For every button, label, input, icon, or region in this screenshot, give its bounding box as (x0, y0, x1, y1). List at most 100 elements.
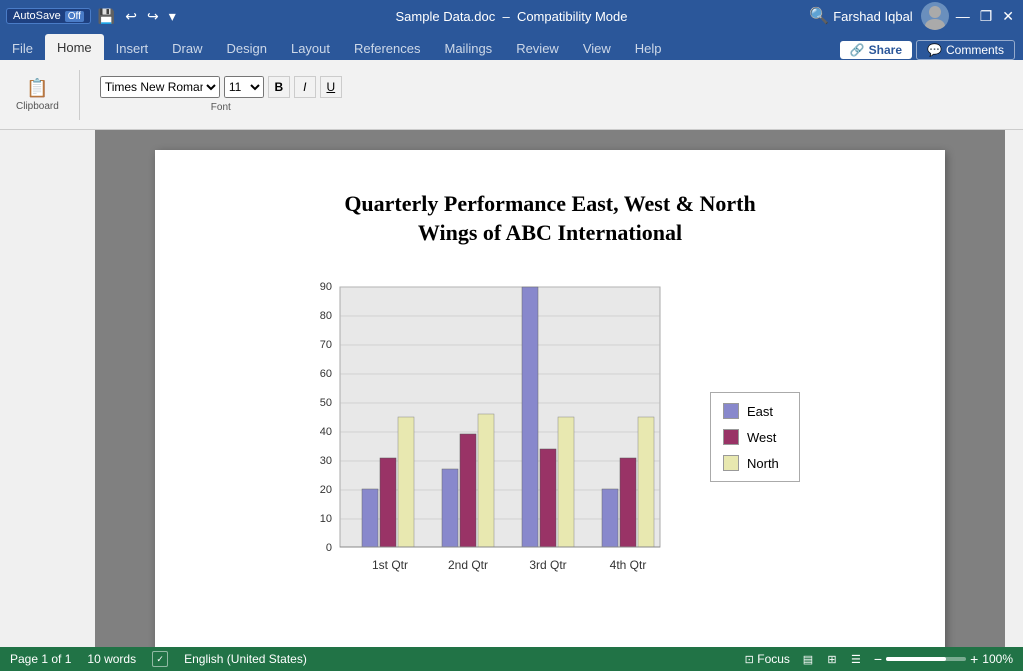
clipboard-icons: 📋 (26, 78, 48, 99)
zoom-out-button[interactable]: − (874, 651, 882, 667)
font-size-selector[interactable]: 11 (224, 76, 264, 98)
redo-button[interactable]: ↪ (144, 6, 162, 27)
comments-button[interactable]: 💬Comments (916, 40, 1015, 60)
legend-north-label: North (747, 456, 779, 471)
tab-design[interactable]: Design (215, 36, 279, 60)
svg-text:10: 10 (320, 513, 332, 525)
title-right-controls: 🔍 Farshad Iqbal — ❐ ✕ (809, 2, 1017, 30)
paste-button[interactable]: 📋 (26, 78, 48, 99)
right-sidebar (1005, 130, 1023, 647)
tab-draw[interactable]: Draw (160, 36, 214, 60)
word-count: 10 words (87, 652, 136, 666)
svg-text:4th Qtr: 4th Qtr (610, 558, 647, 572)
user-name: Farshad Iqbal (833, 9, 913, 24)
title-bar-row: AutoSave Off 💾 ↩ ↪ ▾ Sample Data.doc – C… (0, 0, 1023, 32)
view-icons: ▤ ⊞ ☰ (798, 651, 866, 667)
svg-text:50: 50 (320, 397, 332, 409)
chart-legend: East West North (710, 392, 800, 482)
autosave-label: AutoSave (13, 10, 61, 22)
tab-references[interactable]: References (342, 36, 432, 60)
close-button[interactable]: ✕ (999, 6, 1017, 27)
tab-layout[interactable]: Layout (279, 36, 342, 60)
restore-button[interactable]: ❐ (977, 6, 996, 27)
zoom-level: 100% (982, 652, 1013, 666)
legend-west-label: West (747, 430, 776, 445)
page-info: Page 1 of 1 (10, 652, 71, 666)
status-bar: Page 1 of 1 10 words ✓ English (United S… (0, 647, 1023, 671)
title-line-2: Wings of ABC International (215, 219, 885, 248)
italic-button[interactable]: I (294, 76, 316, 98)
tab-mailings[interactable]: Mailings (433, 36, 505, 60)
autosave-button[interactable]: AutoSave Off (6, 8, 91, 24)
document-area[interactable]: Quarterly Performance East, West & North… (95, 130, 1005, 647)
svg-text:2nd Qtr: 2nd Qtr (448, 558, 488, 572)
save-button[interactable]: 💾 (95, 6, 118, 27)
svg-text:60: 60 (320, 368, 332, 380)
undo-button[interactable]: ↩ (122, 6, 140, 27)
bold-button[interactable]: B (268, 76, 290, 98)
legend-north-color (723, 455, 739, 471)
minimize-button[interactable]: — (953, 6, 973, 26)
focus-button[interactable]: ⊡ Focus (745, 652, 790, 666)
font-group: Times New Roman 11 B I U Font (100, 76, 342, 113)
tab-home[interactable]: Home (45, 34, 104, 60)
svg-text:30: 30 (320, 455, 332, 467)
more-commands-button[interactable]: ▾ (166, 6, 179, 27)
tab-view[interactable]: View (571, 36, 623, 60)
legend-west-color (723, 429, 739, 445)
document-page: Quarterly Performance East, West & North… (155, 150, 945, 647)
read-mode-icon[interactable]: ☰ (846, 651, 866, 667)
svg-text:0: 0 (326, 542, 332, 554)
left-sidebar (0, 130, 95, 647)
chart-container: 0 10 20 30 40 50 60 70 80 90 (300, 277, 800, 597)
autosave-toggle[interactable]: Off (65, 11, 84, 22)
web-layout-icon[interactable]: ⊞ (822, 651, 842, 667)
chart-wrapper: 0 10 20 30 40 50 60 70 80 90 (300, 277, 800, 597)
clipboard-group: 📋 Clipboard (16, 78, 59, 112)
tab-review[interactable]: Review (504, 36, 571, 60)
zoom-in-button[interactable]: + (970, 651, 978, 667)
svg-text:40: 40 (320, 426, 332, 438)
title-line-1: Quarterly Performance East, West & North (215, 190, 885, 219)
avatar (921, 2, 949, 30)
zoom-slider[interactable] (886, 657, 966, 661)
tab-file[interactable]: File (0, 36, 45, 60)
search-icon[interactable]: 🔍 (809, 6, 829, 26)
zoom-control: − + 100% (874, 651, 1013, 667)
legend-east: East (723, 403, 787, 419)
svg-text:90: 90 (320, 281, 332, 293)
status-bar-right: ⊡ Focus ▤ ⊞ ☰ − + 100% (745, 651, 1013, 667)
zoom-fill (886, 657, 946, 661)
svg-text:20: 20 (320, 484, 332, 496)
proofing-icon[interactable]: ✓ (152, 651, 168, 667)
bar-chart-svg: 0 10 20 30 40 50 60 70 80 90 (300, 277, 700, 597)
tab-insert[interactable]: Insert (104, 36, 161, 60)
legend-east-label: East (747, 404, 773, 419)
print-layout-icon[interactable]: ▤ (798, 651, 818, 667)
legend-north: North (723, 455, 787, 471)
font-selector[interactable]: Times New Roman (100, 76, 220, 98)
svg-text:1st Qtr: 1st Qtr (372, 558, 408, 572)
underline-button[interactable]: U (320, 76, 342, 98)
clipboard-label: Clipboard (16, 101, 59, 112)
legend-east-color (723, 403, 739, 419)
ribbon-area: AutoSave Off 💾 ↩ ↪ ▾ Sample Data.doc – C… (0, 0, 1023, 130)
legend-west: West (723, 429, 787, 445)
font-label: Font (100, 102, 342, 113)
tab-help[interactable]: Help (623, 36, 674, 60)
document-heading: Quarterly Performance East, West & North… (215, 190, 885, 247)
svg-text:3rd Qtr: 3rd Qtr (529, 558, 566, 572)
divider (79, 70, 80, 120)
quick-access-toolbar: AutoSave Off 💾 ↩ ↪ ▾ (6, 6, 179, 27)
ribbon-content: 📋 Clipboard Times New Roman 11 B I U Fon… (0, 60, 1023, 130)
share-button[interactable]: 🔗Share (840, 41, 912, 59)
ribbon-tabs-row: File Home Insert Draw Design Layout Refe… (0, 32, 1023, 60)
language: English (United States) (184, 652, 307, 666)
main-area: Quarterly Performance East, West & North… (0, 130, 1023, 647)
svg-text:70: 70 (320, 339, 332, 351)
document-title: Sample Data.doc – Compatibility Mode (396, 9, 628, 24)
chart-area: 0 10 20 30 40 50 60 70 80 90 (300, 277, 700, 597)
font-controls: Times New Roman 11 B I U (100, 76, 342, 98)
ribbon-right-actions: 🔗Share 💬Comments (832, 40, 1023, 60)
focus-icon: ⊡ (745, 654, 754, 666)
